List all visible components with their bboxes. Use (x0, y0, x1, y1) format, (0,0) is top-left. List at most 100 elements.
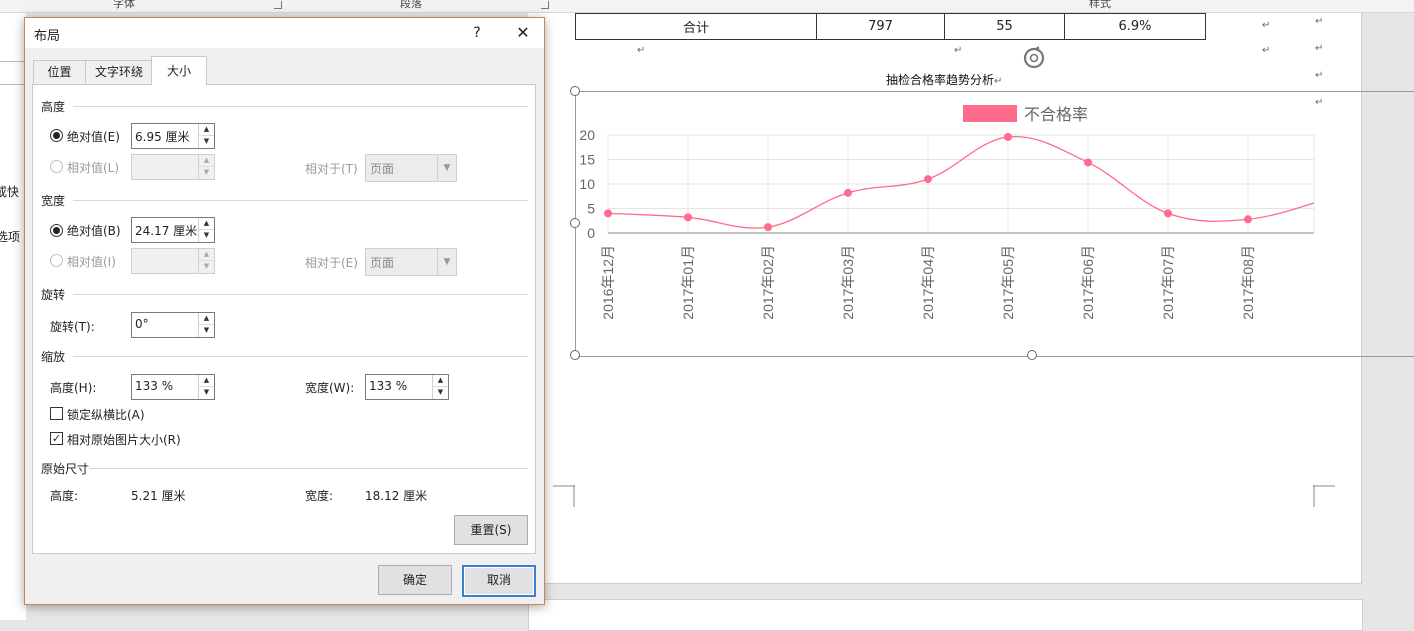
cancel-button[interactable]: 取消 (462, 565, 536, 597)
help-icon[interactable]: ? (465, 18, 489, 48)
document-next-page[interactable] (528, 599, 1363, 631)
height-absolute-label[interactable]: 绝对值(E) (67, 128, 120, 145)
paragraph-mark: ↵ (954, 45, 963, 56)
height-relative-label: 相对值(L) (67, 161, 120, 175)
rotate-handle-icon[interactable] (1021, 45, 1047, 71)
scale-width-stepper[interactable]: 133 % ▲ ▼ (365, 374, 449, 400)
lock-aspect-label[interactable]: 锁定纵横比(A) (67, 406, 145, 423)
y-tick-label: 15 (579, 152, 595, 168)
spin-up-icon[interactable]: ▲ (199, 375, 214, 387)
summary-table[interactable]: 合计 797 55 6.9% (575, 13, 1206, 40)
original-size-group-label: 原始尺寸 (41, 462, 90, 476)
rotation-value[interactable]: 0° (135, 317, 149, 331)
data-point (924, 175, 932, 184)
spin-up-icon[interactable]: ▲ (199, 218, 214, 230)
spin-down-icon[interactable]: ▼ (199, 230, 214, 241)
ribbon-group-strip: 字体 段落 样式 (0, 0, 1414, 13)
height-absolute-stepper[interactable]: 6.95 厘米 ▲ ▼ (131, 123, 215, 149)
table-cell-count[interactable]: 797 (816, 13, 945, 40)
resize-handle-top-left[interactable] (570, 86, 580, 96)
table-cell-failures[interactable]: 55 (944, 13, 1065, 40)
scale-height-stepper[interactable]: 133 % ▲ ▼ (131, 374, 215, 400)
height-relative-to-select[interactable]: 页面 ▼ (365, 154, 457, 182)
width-absolute-radio[interactable] (50, 224, 63, 237)
rotation-label: 旋转(T): (50, 320, 95, 334)
scale-width-value[interactable]: 133 % (369, 379, 407, 393)
width-relative-label: 相对值(I) (67, 255, 116, 269)
spin-down-icon[interactable]: ▼ (433, 387, 448, 398)
data-point (604, 209, 612, 218)
spin-down-icon[interactable]: ▼ (199, 261, 214, 272)
spin-up-icon[interactable]: ▲ (199, 249, 214, 261)
spin-down-icon[interactable]: ▼ (199, 167, 214, 178)
width-absolute-stepper[interactable]: 24.17 厘米 ▲ ▼ (131, 217, 215, 243)
spin-up-icon[interactable]: ▲ (199, 155, 214, 167)
data-point (1004, 132, 1012, 141)
height-relative-stepper[interactable]: ▲ ▼ (131, 154, 215, 180)
paragraph-mark: ↵ (1262, 45, 1271, 56)
spin-up-icon[interactable]: ▲ (199, 313, 214, 325)
table-cell-total-label[interactable]: 合计 (575, 13, 817, 40)
original-height-value: 5.21 厘米 (131, 489, 186, 503)
height-relative-radio[interactable] (50, 160, 63, 173)
rotation-stepper[interactable]: 0° ▲ ▼ (131, 312, 215, 338)
y-tick-label: 20 (579, 127, 595, 143)
data-point (1244, 215, 1252, 224)
spin-down-icon[interactable]: ▼ (199, 387, 214, 398)
x-tick-label: 2017年07月 (1160, 245, 1176, 320)
chevron-down-icon[interactable]: ▼ (437, 155, 456, 181)
height-absolute-radio[interactable] (50, 129, 63, 142)
relative-original-label[interactable]: 相对原始图片大小(R) (67, 431, 181, 448)
data-point (684, 213, 692, 222)
tab-text-wrapping[interactable]: 文字环绕 (85, 60, 153, 84)
dialog-titlebar[interactable]: 布局 ? ✕ (25, 18, 544, 48)
left-pane-input[interactable] (0, 61, 26, 85)
height-relative-to-label: 相对于(T) (305, 162, 358, 176)
paragraph-dialog-launcher-icon[interactable] (541, 1, 549, 9)
group-divider (73, 200, 528, 201)
resize-handle-middle-left[interactable] (570, 218, 580, 228)
spin-up-icon[interactable]: ▲ (199, 124, 214, 136)
paragraph-mark: ↵ (1315, 70, 1324, 81)
spin-down-icon[interactable]: ▼ (199, 325, 214, 336)
scale-width-label: 宽度(W): (305, 381, 355, 395)
width-absolute-label[interactable]: 绝对值(B) (67, 222, 121, 239)
font-dialog-launcher-icon[interactable] (274, 1, 282, 9)
width-relative-radio[interactable] (50, 254, 63, 267)
relative-original-checkbox[interactable]: ✓ (50, 432, 63, 445)
original-width-value: 18.12 厘米 (365, 489, 428, 503)
x-tick-label: 2017年06月 (1080, 245, 1096, 320)
ok-button[interactable]: 确定 (378, 565, 452, 595)
data-point (764, 223, 772, 232)
rotation-group-label: 旋转 (41, 288, 66, 302)
ribbon-group-paragraph-label: 段落 (400, 0, 422, 10)
chevron-down-icon[interactable]: ▼ (437, 249, 456, 275)
width-relative-stepper[interactable]: ▲ ▼ (131, 248, 215, 274)
spin-up-icon[interactable]: ▲ (433, 375, 448, 387)
tab-size[interactable]: 大小 (151, 56, 207, 85)
x-tick-label: 2017年04月 (920, 245, 936, 320)
width-absolute-value[interactable]: 24.17 厘米 (135, 222, 197, 239)
spin-down-icon[interactable]: ▼ (199, 136, 214, 147)
x-tick-label: 2017年01月 (680, 245, 696, 320)
width-relative-to-select[interactable]: 页面 ▼ (365, 248, 457, 276)
chart-object[interactable]: 0 5 10 15 20 2016年12月 2017年01月 2017年02月 2017年03月… (575, 91, 1414, 357)
height-absolute-value[interactable]: 6.95 厘米 (135, 128, 190, 145)
reset-button[interactable]: 重置(S) (454, 515, 528, 545)
ribbon-group-font-label: 字体 (113, 0, 135, 10)
resize-handle-bottom-left[interactable] (570, 350, 580, 360)
group-divider (73, 294, 528, 295)
resize-handle-bottom-center[interactable] (1027, 350, 1037, 360)
close-icon[interactable]: ✕ (503, 18, 543, 48)
left-task-pane: 或快 选项 (0, 13, 26, 620)
lock-aspect-checkbox[interactable] (50, 407, 63, 420)
x-tick-label: 2017年03月 (840, 245, 856, 320)
tab-position[interactable]: 位置 (33, 60, 86, 84)
width-group-label: 宽度 (41, 194, 66, 208)
layout-dialog: 布局 ? ✕ 位置 文字环绕 大小 高度 绝对值(E) 6.95 厘米 ▲ ▼ 相… (24, 17, 545, 605)
data-point (844, 188, 852, 197)
page-corner-mark (553, 485, 575, 507)
scale-height-value[interactable]: 133 % (135, 379, 173, 393)
data-point (1164, 209, 1172, 218)
table-cell-rate[interactable]: 6.9% (1064, 13, 1206, 40)
